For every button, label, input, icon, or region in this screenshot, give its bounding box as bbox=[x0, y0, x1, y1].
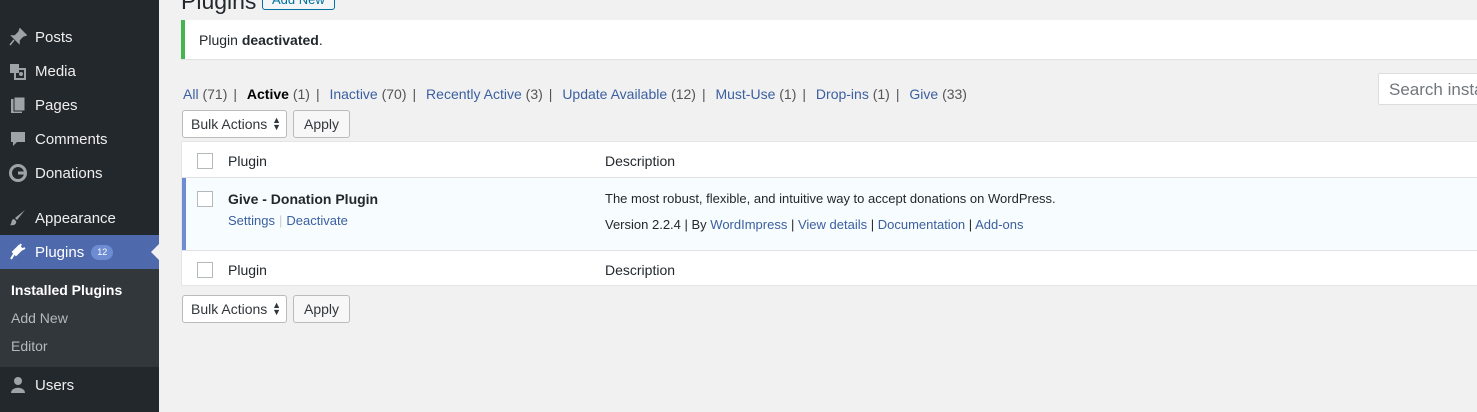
addons-link[interactable]: Add-ons bbox=[975, 217, 1023, 232]
plugin-version: Version 2.2.4 bbox=[605, 217, 681, 232]
separator: | bbox=[315, 86, 320, 102]
row-checkbox[interactable] bbox=[197, 191, 213, 207]
notice-suffix: . bbox=[318, 31, 323, 48]
apply-button-top[interactable]: Apply bbox=[293, 110, 350, 138]
user-icon bbox=[0, 376, 35, 394]
page-title: Plugins bbox=[181, 0, 257, 14]
settings-link[interactable]: Settings bbox=[228, 213, 275, 228]
filter-update-available[interactable]: Update Available bbox=[562, 86, 667, 102]
filter-count: (3) bbox=[525, 86, 543, 102]
filter-must-use[interactable]: Must-Use bbox=[715, 86, 775, 102]
filter-give[interactable]: Give bbox=[909, 86, 938, 102]
column-plugin: Plugin bbox=[228, 153, 267, 169]
filter-count: (33) bbox=[942, 86, 967, 102]
by-label: By bbox=[691, 217, 707, 232]
separator: | bbox=[895, 86, 900, 102]
filter-active[interactable]: Active bbox=[247, 86, 289, 102]
notice-prefix: Plugin bbox=[199, 31, 238, 48]
separator: | bbox=[412, 86, 417, 102]
filter-inactive[interactable]: Inactive bbox=[329, 86, 377, 102]
give-icon bbox=[0, 164, 35, 182]
sidebar-item-media[interactable]: Media bbox=[0, 54, 159, 88]
deactivate-link[interactable]: Deactivate bbox=[286, 213, 347, 228]
current-indicator bbox=[151, 244, 159, 260]
separator: | bbox=[802, 86, 807, 102]
sidebar-item-label: Users bbox=[35, 376, 75, 394]
pin-icon bbox=[0, 28, 35, 46]
sidebar-item-appearance[interactable]: Appearance bbox=[0, 201, 159, 235]
sidebar-item-label: Plugins bbox=[35, 243, 85, 261]
submenu-editor[interactable]: Editor bbox=[11, 338, 48, 354]
sidebar-item-users[interactable]: Users bbox=[0, 368, 159, 402]
media-icon bbox=[0, 62, 35, 80]
update-count-badge: 12 bbox=[91, 244, 114, 260]
plugins-submenu: Installed Plugins Add New Editor bbox=[0, 269, 159, 367]
deactivated-notice: Plugin deactivated. bbox=[181, 20, 1477, 59]
separator: | bbox=[278, 213, 283, 228]
plugin-status-filters: All (71) | Active (1) | Inactive (70) | Rec… bbox=[183, 86, 967, 102]
apply-button-bottom[interactable]: Apply bbox=[293, 295, 350, 323]
sidebar-item-pages[interactable]: Pages bbox=[0, 88, 159, 122]
filter-count: (71) bbox=[202, 86, 228, 102]
author-link[interactable]: WordImpress bbox=[710, 217, 787, 232]
select-arrows-icon: ▲ ▼ bbox=[272, 300, 281, 317]
sidebar-item-label: Appearance bbox=[35, 209, 116, 227]
sidebar-item-label: Pages bbox=[35, 96, 78, 114]
sidebar-item-comments[interactable]: Comments bbox=[0, 122, 159, 156]
add-new-button[interactable]: Add New bbox=[262, 0, 335, 10]
plugin-search-input[interactable]: Search installed plugins... bbox=[1378, 73, 1477, 105]
submenu-add-new[interactable]: Add New bbox=[11, 310, 68, 326]
select-all-checkbox-footer[interactable] bbox=[197, 262, 213, 278]
filter-all[interactable]: All bbox=[183, 86, 199, 102]
sidebar-item-label: Donations bbox=[35, 164, 103, 182]
bulk-actions-label: Bulk Actions bbox=[191, 301, 268, 317]
filter-count: (1) bbox=[292, 86, 310, 102]
plugin-meta: Version 2.2.4 | By WordImpress | View de… bbox=[605, 217, 1024, 232]
filter-count: (70) bbox=[381, 86, 407, 102]
row-actions: Settings | Deactivate bbox=[228, 213, 348, 228]
bulk-actions-label: Bulk Actions bbox=[191, 116, 268, 132]
table-footer: Plugin Description bbox=[182, 250, 1477, 286]
notice-bold: deactivated bbox=[241, 31, 319, 48]
sidebar-item-plugins[interactable]: Plugins 12 bbox=[0, 235, 159, 269]
main-content: Plugins Add New Plugin deactivated. All … bbox=[159, 0, 1477, 412]
documentation-link[interactable]: Documentation bbox=[878, 217, 965, 232]
filter-count: (1) bbox=[872, 86, 890, 102]
submenu-installed-plugins[interactable]: Installed Plugins bbox=[11, 282, 122, 298]
bulk-actions-select-bottom[interactable]: Bulk Actions ▲ ▼ bbox=[182, 295, 287, 323]
separator: | bbox=[233, 86, 237, 102]
column-description: Description bbox=[605, 262, 676, 278]
plugins-table: Plugin Description Give - Donation Plugi… bbox=[181, 141, 1477, 286]
admin-sidebar: Posts Media Pages Comments Donations App… bbox=[0, 0, 159, 412]
sidebar-item-label: Media bbox=[35, 62, 76, 80]
bulk-actions-select-top[interactable]: Bulk Actions ▲ ▼ bbox=[182, 110, 287, 138]
filter-drop-ins[interactable]: Drop-ins bbox=[816, 86, 869, 102]
comment-icon bbox=[0, 130, 35, 148]
select-all-checkbox[interactable] bbox=[197, 153, 213, 169]
view-details-link[interactable]: View details bbox=[798, 217, 867, 232]
sidebar-item-donations[interactable]: Donations bbox=[0, 156, 159, 190]
separator: | bbox=[701, 86, 706, 102]
column-description: Description bbox=[605, 153, 676, 169]
table-row: Give - Donation Plugin Settings | Deactiva… bbox=[182, 178, 1477, 250]
table-header: Plugin Description bbox=[182, 142, 1477, 178]
brush-icon bbox=[0, 209, 35, 227]
column-plugin: Plugin bbox=[228, 262, 267, 278]
filter-count: (12) bbox=[671, 86, 696, 102]
plugin-title: Give - Donation Plugin bbox=[228, 191, 379, 207]
sidebar-item-label: Posts bbox=[35, 28, 73, 46]
sidebar-item-posts[interactable]: Posts bbox=[0, 20, 159, 54]
pages-icon bbox=[0, 96, 35, 114]
plugin-icon bbox=[0, 243, 35, 261]
filter-count: (1) bbox=[779, 86, 797, 102]
sidebar-item-label: Comments bbox=[35, 130, 108, 148]
filter-recently-active[interactable]: Recently Active bbox=[426, 86, 522, 102]
separator: | bbox=[548, 86, 553, 102]
select-arrows-icon: ▲ ▼ bbox=[272, 115, 281, 132]
plugin-description: The most robust, flexible, and intuitive… bbox=[605, 191, 1056, 206]
